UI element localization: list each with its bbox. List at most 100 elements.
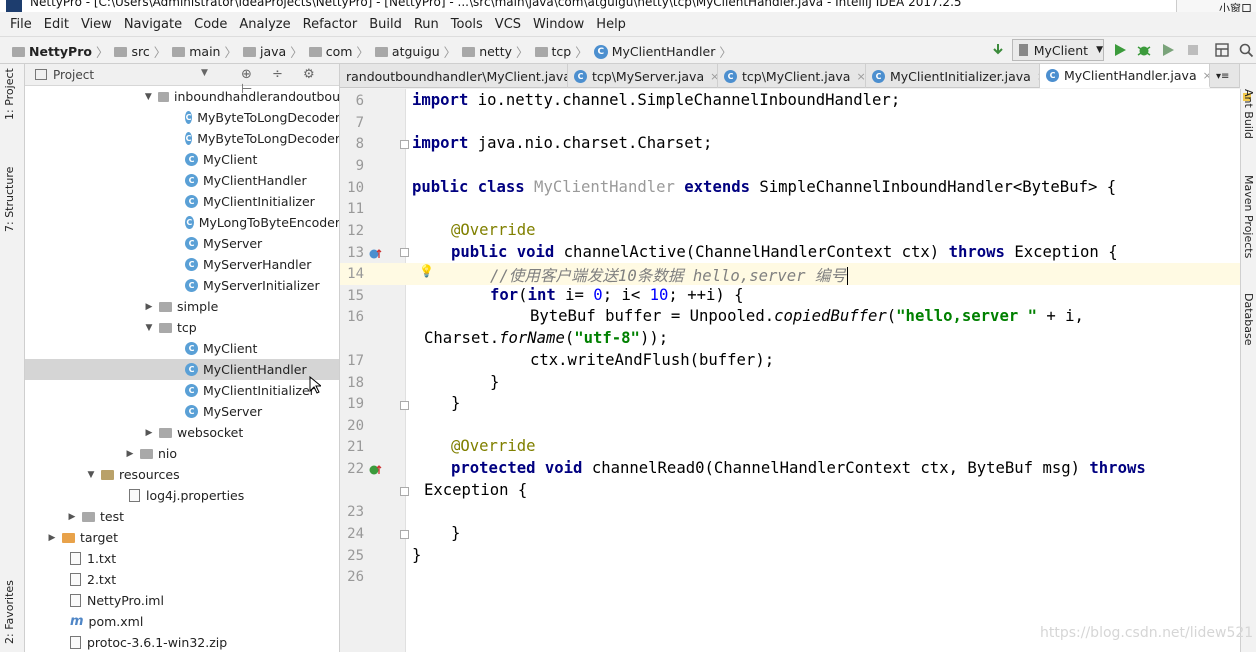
chevron-down-icon[interactable]: ▼ [201,68,208,78]
crumb-java[interactable]: java 〉 [242,42,309,61]
implements-gutter-icon[interactable] [369,248,383,260]
tab-myclientinitializer[interactable]: CMyClientInitializer.java× [866,64,1040,88]
tree-node-file[interactable]: log4j.properties [25,485,339,506]
crumb-com[interactable]: com 〉 [308,42,375,61]
debug-icon[interactable] [1136,42,1152,58]
crumb-project[interactable]: NettyPro 〉 [12,42,114,61]
coverage-icon[interactable] [1160,42,1176,58]
search-icon[interactable] [1238,42,1254,58]
ant-build-tool-button[interactable]: Ant Build [1242,89,1255,139]
tree-node-class[interactable]: C MyByteToLongDecoder [25,128,339,149]
tree-node-file[interactable]: 1.txt [25,548,339,569]
tree-node-class[interactable]: C MyLongToByteEncoder [25,212,339,233]
tree-node-class[interactable]: C MyServerInitializer [25,275,339,296]
tree-node-file[interactable]: NettyPro.iml [25,590,339,611]
tree-node-test[interactable]: ▶ test [25,506,339,527]
line-number: 12 [347,223,364,239]
crumb-tcp[interactable]: tcp 〉 [534,42,594,61]
close-icon[interactable]: × [1203,69,1209,82]
menu-build[interactable]: Build [363,17,408,32]
tree-node-file[interactable]: 2.txt [25,569,339,590]
run-configuration-select[interactable]: MyClient ▼ [1012,39,1104,61]
project-panel-title[interactable]: Project [53,68,94,82]
close-icon[interactable]: × [710,70,717,83]
tree-node-class[interactable]: C MyClient [25,149,339,170]
project-tool-button[interactable]: 1: Project [3,68,16,120]
tab-tcp-myserver[interactable]: Ctcp\MyServer.java× [568,64,718,88]
expanded-arrow-icon[interactable]: ▼ [143,323,155,333]
favorites-tool-button[interactable]: 2: Favorites [3,580,16,644]
fold-marker-icon[interactable] [400,140,409,149]
crumb-src[interactable]: src 〉 [114,42,172,61]
expanded-arrow-icon[interactable]: ▼ [85,470,97,480]
tree-node-class[interactable]: C MyServer [25,401,339,422]
line-number: 10 [347,180,364,196]
maven-projects-tool-button[interactable]: Maven Projects [1242,175,1255,258]
menu-run[interactable]: Run [408,17,445,32]
crumb-class[interactable]: C MyClientHandler 〉 [593,42,738,61]
project-structure-icon[interactable] [1214,42,1230,58]
lightbulb-icon[interactable]: 💡 [419,264,434,278]
tree-node-class[interactable]: C MyClient [25,338,339,359]
tree-node-resources[interactable]: ▼ resources [25,464,339,485]
collapsed-arrow-icon[interactable]: ▶ [46,533,58,543]
collapsed-arrow-icon[interactable]: ▶ [143,428,155,438]
class-icon: C [185,216,194,229]
package-folder-icon [157,91,169,102]
run-icon[interactable] [1112,42,1128,58]
floating-window-label: 小窗口 [1219,2,1252,12]
menu-refactor[interactable]: Refactor [297,17,364,32]
menu-view[interactable]: View [75,17,118,32]
crumb-atguigu[interactable]: atguigu 〉 [374,42,462,61]
structure-tool-button[interactable]: 7: Structure [3,167,16,232]
fold-marker-icon[interactable] [400,530,409,539]
expanded-arrow-icon[interactable]: ▼ [143,92,154,102]
implements-gutter-icon[interactable] [369,464,383,476]
tree-node-class-selected[interactable]: C MyClientHandler [25,359,339,380]
close-icon[interactable]: × [856,70,865,83]
tree-node-class[interactable]: C MyClientHandler [25,170,339,191]
menu-vcs[interactable]: VCS [489,17,527,32]
tabs-overflow-menu[interactable]: ▾≡ [1210,64,1240,88]
tree-node-class[interactable]: C MyClientInitializer [25,191,339,212]
tree-node-inboundhandlerandoutbound[interactable]: ▼ inboundhandlerandoutbou [25,86,339,107]
tree-node-websocket[interactable]: ▶ websocket [25,422,339,443]
menu-edit[interactable]: Edit [38,17,75,32]
line-number: 7 [355,115,364,131]
tree-node-class[interactable]: C MyServerHandler [25,254,339,275]
collapsed-arrow-icon[interactable]: ▶ [66,512,78,522]
tab-myclient-inbound[interactable]: randoutboundhandler\MyClient.java× [340,64,568,88]
tree-node-file[interactable]: protoc-3.6.1-win32.zip [25,632,339,652]
tab-myclienthandler[interactable]: CMyClientHandler.java× [1040,64,1210,88]
fold-marker-icon[interactable] [400,248,409,257]
tree-node-class[interactable]: C MyServer [25,233,339,254]
menu-tools[interactable]: Tools [445,17,489,32]
floating-window-chip[interactable]: 小窗口 [1176,0,1256,12]
crumb-main[interactable]: main 〉 [172,42,243,61]
menu-file[interactable]: File [4,17,38,32]
tree-node-nio[interactable]: ▶ nio [25,443,339,464]
database-tool-button[interactable]: Database [1242,293,1255,346]
tree-node-file[interactable]: m pom.xml [25,611,339,632]
tree-node-class[interactable]: C MyClientInitializer [25,380,339,401]
collapsed-arrow-icon[interactable]: ▶ [143,302,155,312]
build-arrow-icon[interactable] [990,42,1006,58]
tree-node-target[interactable]: ▶ target [25,527,339,548]
crumb-netty[interactable]: netty 〉 [462,42,534,61]
tree-node-tcp[interactable]: ▼ tcp [25,317,339,338]
code-editor[interactable] [406,89,1240,652]
tab-tcp-myclient[interactable]: Ctcp\MyClient.java × [718,64,866,88]
menu-help[interactable]: Help [590,17,632,32]
code-line-18: } [490,373,500,391]
collapsed-arrow-icon[interactable]: ▶ [124,449,136,459]
menu-code[interactable]: Code [188,17,233,32]
line-number: 21 [347,439,364,455]
tree-node-class[interactable]: C MyByteToLongDecoder [25,107,339,128]
fold-marker-icon[interactable] [400,401,409,410]
menu-navigate[interactable]: Navigate [118,17,188,32]
menu-analyze[interactable]: Analyze [233,17,296,32]
menu-window[interactable]: Window [527,17,590,32]
stop-icon[interactable] [1185,42,1201,58]
fold-marker-icon[interactable] [400,487,409,496]
tree-node-simple[interactable]: ▶ simple [25,296,339,317]
